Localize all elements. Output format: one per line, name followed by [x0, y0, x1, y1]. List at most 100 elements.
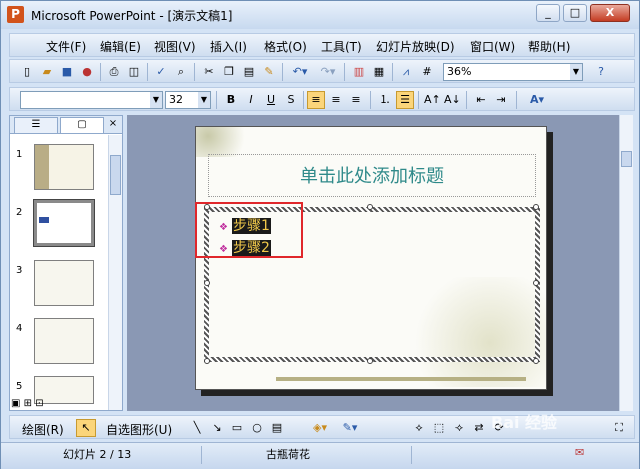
menu-window[interactable]: 窗口(W) [470, 38, 515, 55]
slideshow-icon[interactable]: ⊡ [35, 398, 43, 409]
bold-icon[interactable]: B [222, 91, 240, 109]
new-icon[interactable]: ▯ [18, 63, 36, 81]
save-icon[interactable]: ■ [58, 63, 76, 81]
toolbar-separator [418, 91, 419, 109]
resize-handle[interactable] [367, 358, 373, 364]
menu-insert[interactable]: 插入(I) [210, 38, 247, 55]
permission-icon[interactable]: ● [78, 63, 96, 81]
window-title: Microsoft PowerPoint - [演示文稿1] [31, 9, 233, 23]
research-icon[interactable]: ⌕ [172, 63, 190, 81]
slide-thumbnail-selected[interactable] [33, 199, 95, 247]
scroll-thumb[interactable] [621, 151, 632, 167]
menu-tools[interactable]: 工具(T) [321, 38, 362, 55]
slide-sorter-icon[interactable]: ⊞ [24, 398, 32, 409]
shape-tool-icon[interactable]: ⬚ [430, 419, 448, 437]
menu-help[interactable]: 帮助(H) [528, 38, 570, 55]
chevron-down-icon[interactable]: ▼ [570, 64, 582, 80]
close-button[interactable]: X [590, 4, 630, 22]
fill-color-icon[interactable]: ◈▾ [308, 419, 332, 437]
oval-icon[interactable]: ○ [248, 419, 266, 437]
scroll-thumb[interactable] [110, 155, 121, 195]
cut-icon[interactable]: ✂ [200, 63, 218, 81]
spelling-status-icon[interactable]: ✉ [575, 446, 584, 459]
line-color-icon[interactable]: ✎▾ [338, 419, 362, 437]
editor-scrollbar[interactable] [619, 115, 633, 411]
resize-handle[interactable] [533, 280, 539, 286]
print-icon[interactable]: ⎙ [105, 63, 123, 81]
rectangle-icon[interactable]: ▭ [228, 419, 246, 437]
slide-thumbnail[interactable] [34, 260, 94, 306]
undo-icon[interactable]: ↶▾ [288, 63, 312, 81]
close-pane-icon[interactable]: × [106, 117, 120, 133]
shape-tool-icon[interactable]: ⟢ [450, 419, 468, 437]
decrease-font-icon[interactable]: A↓ [443, 91, 461, 109]
increase-font-icon[interactable]: A↑ [423, 91, 441, 109]
shape-tool-icon[interactable]: ⟡ [410, 419, 428, 437]
open-icon[interactable]: ▰ [38, 63, 56, 81]
font-size-value: 32 [169, 93, 183, 106]
chevron-down-icon[interactable]: ▼ [150, 92, 162, 108]
menu-slideshow[interactable]: 幻灯片放映(D) [376, 38, 455, 55]
chevron-down-icon[interactable]: ▼ [198, 92, 210, 108]
pane-scrollbar[interactable] [108, 135, 122, 410]
slide-thumbnail[interactable] [34, 318, 94, 364]
shape-tool-icon[interactable]: ⇄ [470, 419, 488, 437]
show-grid-icon[interactable]: # [418, 63, 436, 81]
title-bar: P Microsoft PowerPoint - [演示文稿1] _ □ X [1, 1, 639, 29]
menu-view[interactable]: 视图(V) [154, 38, 196, 55]
expand-all-icon[interactable]: ⩘ [397, 63, 415, 81]
align-right-icon[interactable]: ≡ [347, 91, 365, 109]
redo-icon[interactable]: ↷▾ [316, 63, 340, 81]
normal-view-icon[interactable]: ▣ [11, 398, 20, 409]
increase-indent-icon[interactable]: ⇥ [492, 91, 510, 109]
resize-handle[interactable] [367, 204, 373, 210]
slide-canvas[interactable]: 单击此处添加标题 ❖ 步骤1 ❖ 步骤2 [195, 126, 547, 390]
bullets-icon[interactable]: ☰ [396, 91, 414, 109]
title-placeholder[interactable]: 单击此处添加标题 [208, 154, 536, 197]
resize-handle[interactable] [204, 358, 210, 364]
format-painter-icon[interactable]: ✎ [260, 63, 278, 81]
draw-menu[interactable]: 绘图(R) [22, 421, 64, 438]
resize-handle[interactable] [533, 358, 539, 364]
line-icon[interactable]: ╲ [188, 419, 206, 437]
spelling-icon[interactable]: ✓ [152, 63, 170, 81]
autoshapes-menu[interactable]: 自选图形(U) [106, 421, 172, 438]
slides-tab-icon[interactable]: ▢ [60, 117, 104, 133]
zoom-select[interactable]: 36% ▼ [443, 63, 583, 81]
font-size-select[interactable]: 32 ▼ [165, 91, 211, 109]
insert-table-icon[interactable]: ▦ [370, 63, 388, 81]
shape-tool-icon[interactable]: ⛶ [610, 419, 628, 437]
slide-thumbnail[interactable] [34, 144, 94, 190]
print-preview-icon[interactable]: ◫ [125, 63, 143, 81]
numbering-icon[interactable]: ⒈ [376, 91, 394, 109]
decrease-indent-icon[interactable]: ⇤ [472, 91, 490, 109]
align-center-icon[interactable]: ≡ [327, 91, 345, 109]
insert-chart-icon[interactable]: ▥ [350, 63, 368, 81]
font-color-icon[interactable]: A▾ [522, 91, 552, 109]
copy-icon[interactable]: ❐ [220, 63, 238, 81]
arrow-icon[interactable]: ↘ [208, 419, 226, 437]
menu-file[interactable]: 文件(F) [46, 38, 86, 55]
restore-button[interactable]: □ [563, 4, 587, 22]
resize-handle[interactable] [533, 204, 539, 210]
thumb-number: 1 [16, 149, 23, 160]
help-icon[interactable]: ? [592, 63, 610, 81]
menu-edit[interactable]: 编辑(E) [100, 38, 141, 55]
menu-format[interactable]: 格式(O) [264, 38, 307, 55]
status-separator [201, 446, 202, 464]
minimize-button[interactable]: _ [536, 4, 560, 22]
lotus-decoration [196, 127, 256, 157]
underline-icon[interactable]: U [262, 91, 280, 109]
italic-icon[interactable]: I [242, 91, 260, 109]
shadow-icon[interactable]: S [282, 91, 300, 109]
select-arrow-icon[interactable]: ↖ [76, 419, 96, 437]
align-left-icon[interactable]: ≡ [307, 91, 325, 109]
outline-tab-icon[interactable]: ☰ [14, 117, 58, 133]
paste-icon[interactable]: ▤ [240, 63, 258, 81]
resize-handle[interactable] [204, 280, 210, 286]
textbox-icon[interactable]: ▤ [268, 419, 286, 437]
font-name-select[interactable]: ▼ [20, 91, 163, 109]
slides-pane: ☰ ▢ × 1 2 3 4 5 [9, 115, 123, 411]
slide-editor: 单击此处添加标题 ❖ 步骤1 ❖ 步骤2 [127, 115, 633, 411]
watermark-text: Bai 经验 [491, 413, 558, 432]
